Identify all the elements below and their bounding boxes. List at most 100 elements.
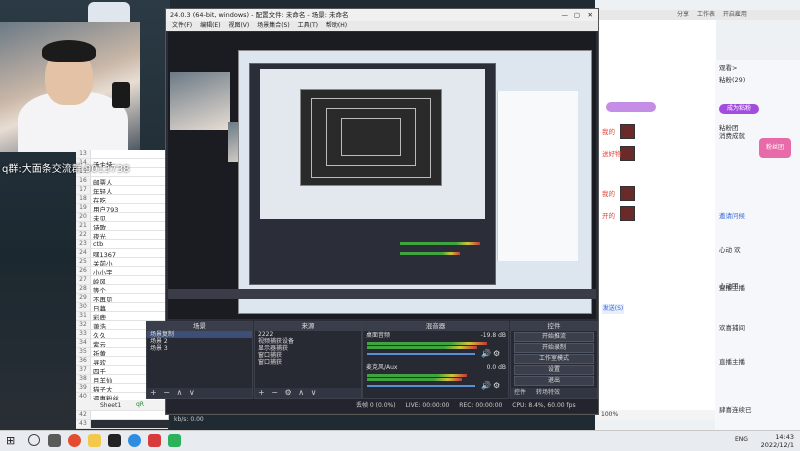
scene-item[interactable]: 场景 2 (147, 338, 252, 345)
edge-icon[interactable] (128, 434, 141, 447)
cell[interactable]: 夜光 (91, 231, 106, 239)
browser-tabs[interactable]: 分享 工作表 开启雇用 (597, 10, 800, 20)
minimize-icon[interactable]: — (562, 9, 569, 21)
wps-icon[interactable] (148, 434, 161, 447)
controls-dock[interactable]: 控件 开始推流 开始录制 工作室模式 设置 退出 控件 转场特效 (510, 321, 598, 399)
share-button[interactable]: 分享 (677, 11, 689, 18)
source-item[interactable]: 窗口捕获 (255, 352, 361, 359)
cell[interactable]: 久久 (91, 330, 106, 338)
remove-icon[interactable]: − (271, 388, 278, 397)
zoom-bar[interactable]: 100% (597, 410, 715, 420)
gear-icon[interactable]: ⚙ (493, 381, 500, 390)
menu-file[interactable]: 文件(F) (172, 22, 192, 29)
table-row[interactable]: 30 日暮 (76, 303, 168, 312)
sources-dock[interactable]: 来源 2222 视频捕获设备 显示器捕获 窗口捕获 窗口捕获 + − ⚙ ∧ ∨ (254, 321, 362, 399)
chat-window[interactable]: 我的 送好物 我的 开的 发送(S) (597, 20, 716, 410)
add-icon[interactable]: + (150, 388, 157, 397)
toolbar-sheets[interactable]: 工作表 (697, 11, 715, 18)
cell[interactable]: 萧浩 (91, 321, 106, 329)
table-row[interactable]: 31 彩鹿 (76, 312, 168, 321)
add-icon[interactable]: + (258, 388, 265, 397)
tab-transitions[interactable]: 转场特效 (536, 389, 560, 396)
table-row[interactable]: 42 (76, 411, 168, 420)
move-down-icon[interactable]: ∨ (189, 388, 195, 397)
cell[interactable]: 在吃 (91, 195, 106, 203)
obs-preview[interactable] (168, 32, 596, 319)
table-row[interactable]: 19 用户793 (76, 204, 168, 213)
start-streaming-button[interactable]: 开始推流 (514, 332, 594, 342)
greeting-link[interactable]: 邀请问候 (719, 210, 745, 220)
cell[interactable]: 诗歌 (91, 222, 106, 230)
file-explorer-icon[interactable] (88, 434, 101, 447)
search-icon[interactable] (28, 434, 40, 446)
cell[interactable]: 紫云 (91, 339, 106, 347)
start-recording-button[interactable]: 开始录制 (514, 343, 594, 353)
table-row[interactable]: 27 岭风 (76, 276, 168, 285)
sheet-tabs[interactable]: qR (76, 400, 168, 410)
exit-button[interactable]: 退出 (514, 376, 594, 386)
cell[interactable]: 小小宇 (91, 267, 113, 275)
table-row[interactable]: 17 年轻人 (76, 186, 168, 195)
task-view-icon[interactable] (48, 434, 61, 447)
menu-tools[interactable]: 工具(T) (298, 22, 318, 29)
sheet-tab-sheet1[interactable]: Sheet1 (100, 402, 121, 409)
cell[interactable]: 祈黄 (91, 348, 106, 356)
source-item[interactable]: 2222 (255, 331, 361, 338)
windows-taskbar[interactable]: ⊞ ENG 14:43 2022/12/1 (0, 430, 800, 451)
cell[interactable]: 等个 (91, 285, 106, 293)
table-row[interactable]: 29 不再见 (76, 294, 168, 303)
settings-button[interactable]: 设置 (514, 365, 594, 375)
table-row[interactable]: 28 等个 (76, 285, 168, 294)
cell[interactable]: 不再见 (91, 294, 113, 302)
send-button[interactable]: 发送(S) (602, 304, 624, 314)
cell[interactable]: 且羊仙 (91, 375, 113, 383)
language-indicator[interactable]: ENG (735, 436, 748, 443)
gear-icon[interactable]: ⚙ (285, 388, 292, 397)
table-row[interactable]: 18 在吃 (76, 195, 168, 204)
maximize-icon[interactable]: ▢ (574, 9, 580, 21)
remove-icon[interactable]: − (163, 388, 170, 397)
volume-slider[interactable] (367, 353, 475, 355)
watch-link[interactable]: 观看> (719, 62, 737, 72)
move-up-icon[interactable]: ∧ (298, 388, 304, 397)
speaker-icon[interactable]: 🔊 (481, 381, 491, 390)
cell[interactable] (91, 411, 93, 419)
scenes-dock-toolbar[interactable]: + − ∧ ∨ (147, 388, 252, 398)
table-row[interactable]: 23 ctb (76, 240, 168, 249)
cell[interactable]: 猫子大 (91, 384, 113, 392)
cell[interactable] (91, 420, 93, 428)
move-up-icon[interactable]: ∧ (177, 388, 183, 397)
cell[interactable]: 未见 (91, 213, 106, 221)
consumption-achievement[interactable]: 消费成就 (719, 130, 745, 140)
menu-view[interactable]: 视图(V) (228, 22, 249, 29)
scene-item[interactable]: 场景 3 (147, 345, 252, 352)
chrome-icon[interactable] (68, 434, 81, 447)
menu-help[interactable]: 帮助(H) (326, 22, 347, 29)
cell[interactable]: 日暮 (91, 303, 106, 311)
cell[interactable]: 四千 (91, 366, 106, 374)
cell[interactable]: 寻欢 (91, 357, 106, 365)
source-item[interactable]: 窗口捕获 (255, 359, 361, 366)
obs-window[interactable]: 24.0.3 (64-bit, windows) - 配置文件: 未命名 - 场… (146, 8, 599, 423)
cell[interactable] (91, 150, 93, 158)
move-down-icon[interactable]: ∨ (311, 388, 317, 397)
speaker-icon[interactable]: 🔊 (481, 349, 491, 358)
audio-mixer-dock[interactable]: 混音器 桌面音频 -19.8 dB 🔊 ⚙ 麦克风/Aux 0.0 dB 🔊 ⚙ (362, 321, 509, 399)
gear-icon[interactable]: ⚙ (493, 349, 500, 358)
cell[interactable]: 邮票人 (91, 177, 113, 185)
obs-icon[interactable] (108, 434, 121, 447)
obs-titlebar[interactable]: 24.0.3 (64-bit, windows) - 配置文件: 未命名 - 场… (166, 9, 598, 21)
toolbar-hire[interactable]: 开启雇用 (723, 11, 747, 18)
source-item[interactable]: 视频捕获设备 (255, 338, 361, 345)
close-icon[interactable]: ✕ (588, 9, 593, 21)
table-row[interactable]: 16 邮票人 (76, 177, 168, 186)
cell[interactable]: 岭风 (91, 276, 106, 284)
studio-mode-button[interactable]: 工作室模式 (514, 354, 594, 364)
become-fan-button[interactable]: 成为粘粉 (719, 104, 759, 114)
taskbar-clock[interactable]: 14:43 2022/12/1 (761, 433, 794, 449)
cell[interactable]: 关前小 (91, 258, 113, 266)
table-row[interactable]: 43 (76, 420, 168, 429)
table-row[interactable]: 20 未见 (76, 213, 168, 222)
windows-start-icon[interactable]: ⊞ (6, 434, 19, 447)
cell[interactable]: 彩鹿 (91, 312, 106, 320)
